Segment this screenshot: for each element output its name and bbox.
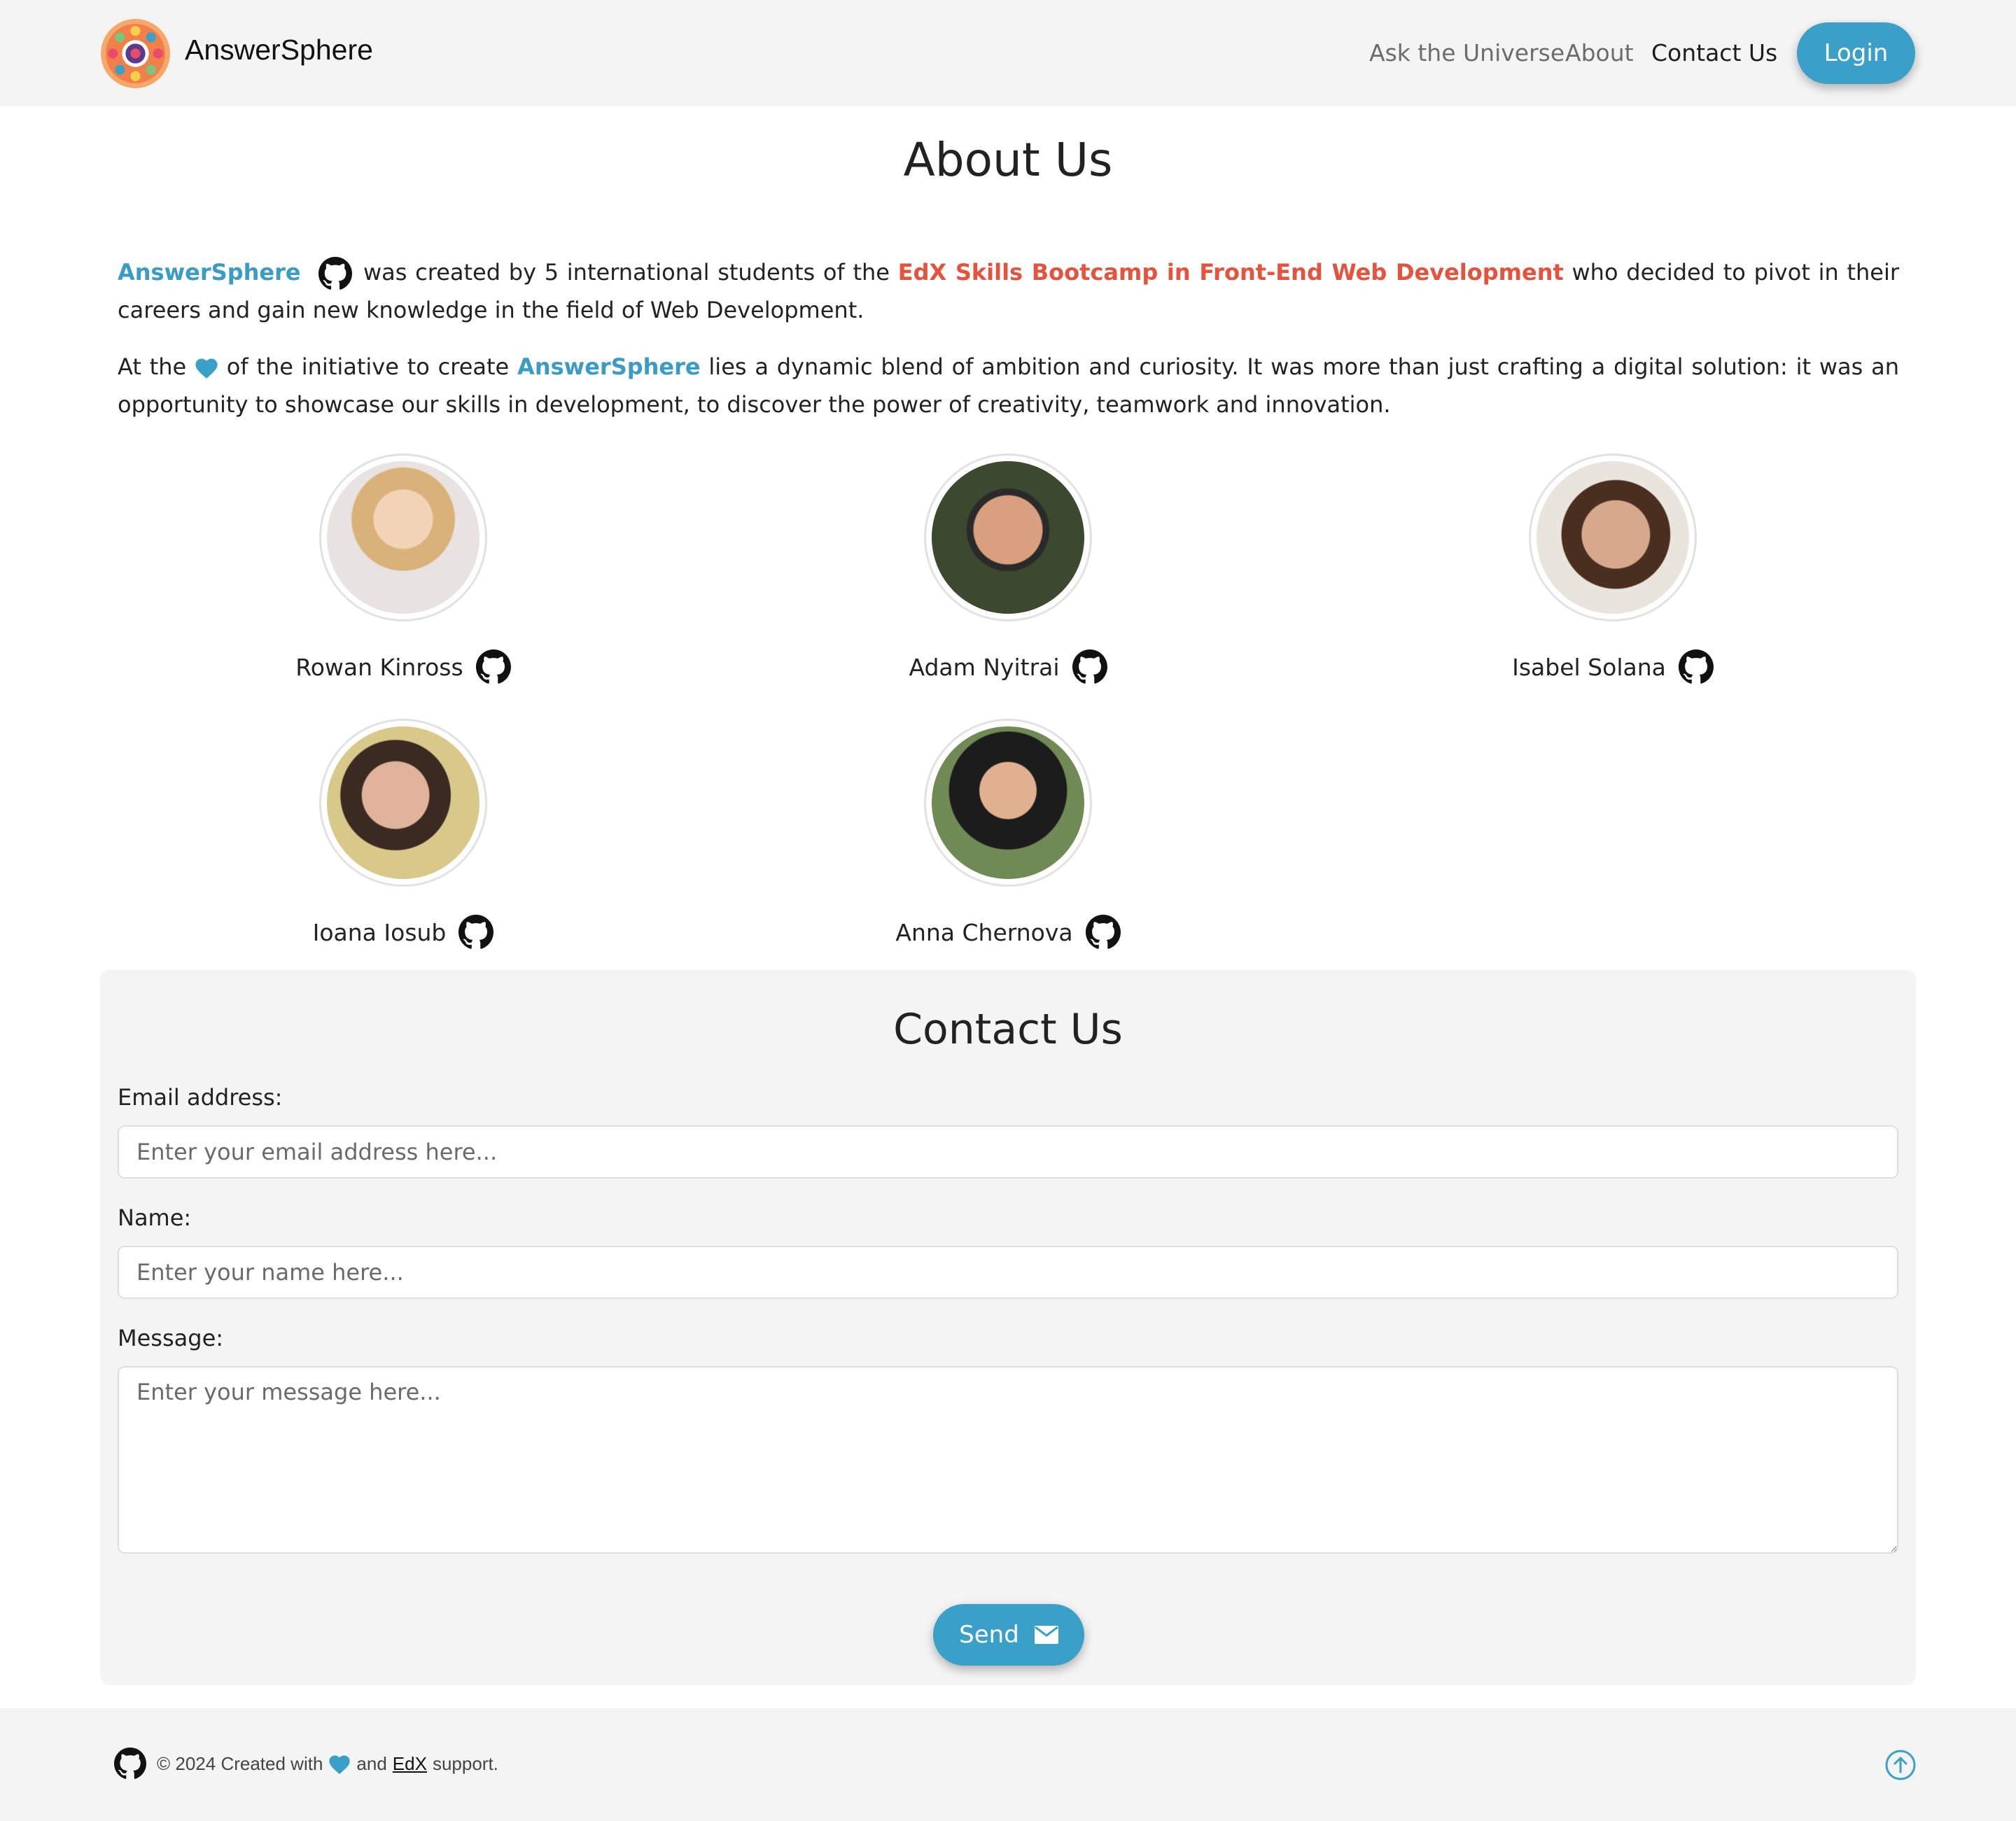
arrow-up-circle-icon[interactable]: [1884, 1749, 1917, 1781]
edx-link[interactable]: EdX: [393, 1753, 427, 1775]
email-label: Email address:: [118, 1084, 283, 1111]
github-icon[interactable]: [114, 1748, 146, 1780]
nav-ask-the-universe[interactable]: Ask the Universe: [1369, 39, 1564, 66]
envelope-icon: [1034, 1626, 1058, 1644]
nav-contact-us[interactable]: Contact Us: [1651, 39, 1777, 66]
github-icon[interactable]: [1678, 649, 1714, 684]
brand-name[interactable]: AnswerSphere: [185, 34, 373, 66]
about-paragraph-2: At the of the initiative to create Answe…: [118, 353, 1900, 418]
avatar: [319, 719, 487, 887]
send-button[interactable]: Send: [933, 1604, 1084, 1666]
member-name: Isabel Solana: [1512, 653, 1666, 681]
edx-bootcamp-link[interactable]: EdX Skills Bootcamp in Front-End Web Dev…: [898, 259, 1564, 286]
login-button[interactable]: Login: [1797, 22, 1915, 84]
avatar: [924, 719, 1092, 887]
team-member-card: Anna Chernova: [861, 719, 1155, 950]
contact-title: Contact Us: [893, 1005, 1123, 1054]
message-field[interactable]: [118, 1366, 1898, 1554]
email-field[interactable]: [118, 1125, 1898, 1179]
team-member-card: Isabel Solana: [1466, 454, 1760, 684]
member-name: Ioana Iosub: [312, 918, 447, 946]
team-member-card: Adam Nyitrai: [861, 454, 1155, 684]
footer-copyright: © 2024 Created with and EdX support.: [157, 1753, 498, 1775]
github-icon[interactable]: [458, 915, 494, 950]
about-paragraph-1: AnswerSphere was created by 5 internatio…: [118, 253, 1899, 329]
github-icon[interactable]: [1072, 649, 1107, 684]
team-member-card: Rowan Kinross: [256, 454, 550, 684]
team-member-card: Ioana Iosub: [256, 719, 550, 950]
nav-about[interactable]: About: [1565, 39, 1634, 66]
send-button-label: Send: [959, 1621, 1019, 1649]
answersphere-link[interactable]: AnswerSphere: [118, 259, 301, 286]
heart-icon: [195, 358, 218, 379]
message-label: Message:: [118, 1325, 224, 1351]
answersphere-link[interactable]: AnswerSphere: [517, 353, 701, 380]
avatar: [924, 454, 1092, 621]
github-icon[interactable]: [475, 649, 511, 684]
member-name: Anna Chernova: [895, 918, 1073, 946]
github-icon[interactable]: [318, 257, 353, 290]
name-field[interactable]: [118, 1246, 1898, 1299]
avatar: [1529, 454, 1697, 621]
contact-section: Contact Us Email address: Name: Message:…: [100, 970, 1916, 1685]
avatar: [319, 454, 487, 621]
name-label: Name:: [118, 1204, 192, 1231]
footer: © 2024 Created with and EdX support.: [0, 1708, 2016, 1821]
github-icon[interactable]: [1085, 915, 1121, 950]
heart-icon: [329, 1755, 351, 1774]
member-name: Adam Nyitrai: [909, 653, 1060, 681]
navbar: AnswerSphere Ask the Universe About Cont…: [0, 0, 2016, 106]
about-title: About Us: [903, 133, 1113, 187]
logo-icon[interactable]: [100, 18, 171, 89]
member-name: Rowan Kinross: [295, 653, 463, 681]
